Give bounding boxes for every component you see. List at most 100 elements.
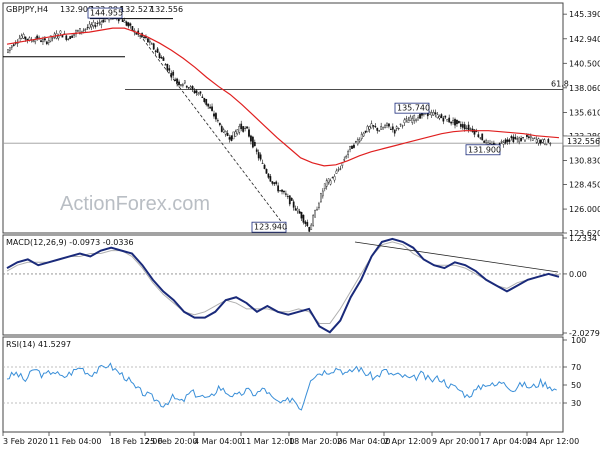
candle-body <box>143 36 145 38</box>
candle-body <box>7 49 9 53</box>
candle-body <box>22 34 25 39</box>
candle-body <box>77 30 79 32</box>
price-annotation-label: 123.940 <box>254 223 287 232</box>
candle-body <box>156 48 159 53</box>
candle-body <box>230 135 233 141</box>
candle-body <box>389 128 392 130</box>
candle-body <box>283 191 285 193</box>
x-axis-tick-label: 25 Feb 20:00 <box>145 437 197 446</box>
candle-body <box>164 64 167 66</box>
candle-body <box>520 138 522 142</box>
candle-body <box>364 130 367 133</box>
candle-body <box>170 73 173 78</box>
candle-body <box>504 139 507 144</box>
candle-body <box>345 156 348 159</box>
candle-body <box>147 38 149 43</box>
candle-body <box>391 126 394 130</box>
x-axis-tick-label: 4 Mar 04:00 <box>194 437 242 446</box>
candle-body <box>90 24 93 28</box>
candle-body <box>459 124 462 127</box>
candle-body <box>71 35 73 38</box>
candle-body <box>209 106 211 109</box>
price-header-symbol: GBPJPY,H4 <box>6 5 48 14</box>
candle-body <box>386 122 388 126</box>
candle-body <box>127 22 130 27</box>
candle-body <box>343 159 346 161</box>
candle-body <box>275 181 278 184</box>
candle-body <box>129 23 132 26</box>
candle-body <box>508 139 511 142</box>
x-axis-tick-label: 11 Mar 12:00 <box>241 437 294 446</box>
price-y-tick-label: 138.060 <box>569 84 600 93</box>
candle-body <box>368 126 371 130</box>
candle-body <box>121 19 124 22</box>
candle-body <box>366 126 369 132</box>
macd-y-tick-label: 1.2334 <box>569 234 597 243</box>
candle-body <box>102 19 105 23</box>
candle-body <box>438 116 441 119</box>
candle-body <box>300 211 303 219</box>
price-y-tick-label: 126.000 <box>569 205 600 214</box>
macd-y-tick-label: 0.00 <box>569 270 587 279</box>
candle-body <box>529 135 532 139</box>
candle-body <box>226 132 229 137</box>
candle-body <box>510 136 513 139</box>
candle-body <box>479 137 482 139</box>
candle-body <box>335 170 338 174</box>
candle-body <box>98 22 101 24</box>
candle-body <box>88 23 91 29</box>
candle-body <box>436 114 439 119</box>
candle-body <box>232 131 235 140</box>
rsi-y-tick-label: 30 <box>571 399 581 408</box>
candle-body <box>265 169 268 174</box>
candle-body <box>380 126 383 130</box>
candle-body <box>166 63 169 71</box>
candle-body <box>40 40 42 42</box>
candle-body <box>44 38 46 41</box>
candle-body <box>257 152 260 159</box>
candle-body <box>271 181 274 184</box>
candle-body <box>518 137 521 143</box>
candle-body <box>139 35 142 37</box>
candle-body <box>442 117 445 122</box>
rsi-y-tick-label: 50 <box>571 381 581 390</box>
x-axis-tick-label: 26 Mar 04:00 <box>337 437 390 446</box>
candle-body <box>302 214 305 223</box>
last-price-tag: 132.556 <box>567 137 600 146</box>
candle-body <box>327 178 330 183</box>
candle-body <box>207 103 210 107</box>
candle-body <box>444 115 447 118</box>
candle-body <box>514 136 517 140</box>
candle-body <box>183 80 186 84</box>
price-header-low: 132.527 <box>120 5 153 14</box>
x-axis-tick-label: 2 Apr 12:00 <box>384 437 431 446</box>
candle-body <box>355 140 357 143</box>
candle-body <box>290 197 293 201</box>
candle-body <box>203 97 206 103</box>
candle-body <box>448 117 451 123</box>
candle-body <box>218 122 221 126</box>
candle-body <box>314 210 316 218</box>
candle-body <box>201 96 204 98</box>
candle-body <box>279 190 281 192</box>
candle-body <box>176 78 178 84</box>
candle-body <box>298 211 301 214</box>
candle-body <box>308 226 311 232</box>
chart-background <box>0 0 600 450</box>
candle-body <box>172 71 175 76</box>
candle-body <box>477 134 480 138</box>
candle-body <box>45 41 48 45</box>
rsi-y-tick-label: 70 <box>571 363 581 372</box>
candle-body <box>238 126 241 133</box>
price-y-tick-label: 145.390 <box>569 10 600 19</box>
candle-body <box>306 222 309 227</box>
candle-body <box>395 126 398 129</box>
price-header-close: 132.556 <box>150 5 183 14</box>
candle-body <box>51 37 54 39</box>
candle-body <box>12 44 15 46</box>
candle-body <box>393 129 396 134</box>
candle-body <box>273 182 276 185</box>
candle-body <box>150 43 153 45</box>
candle-body <box>467 124 470 131</box>
candle-body <box>382 127 384 130</box>
